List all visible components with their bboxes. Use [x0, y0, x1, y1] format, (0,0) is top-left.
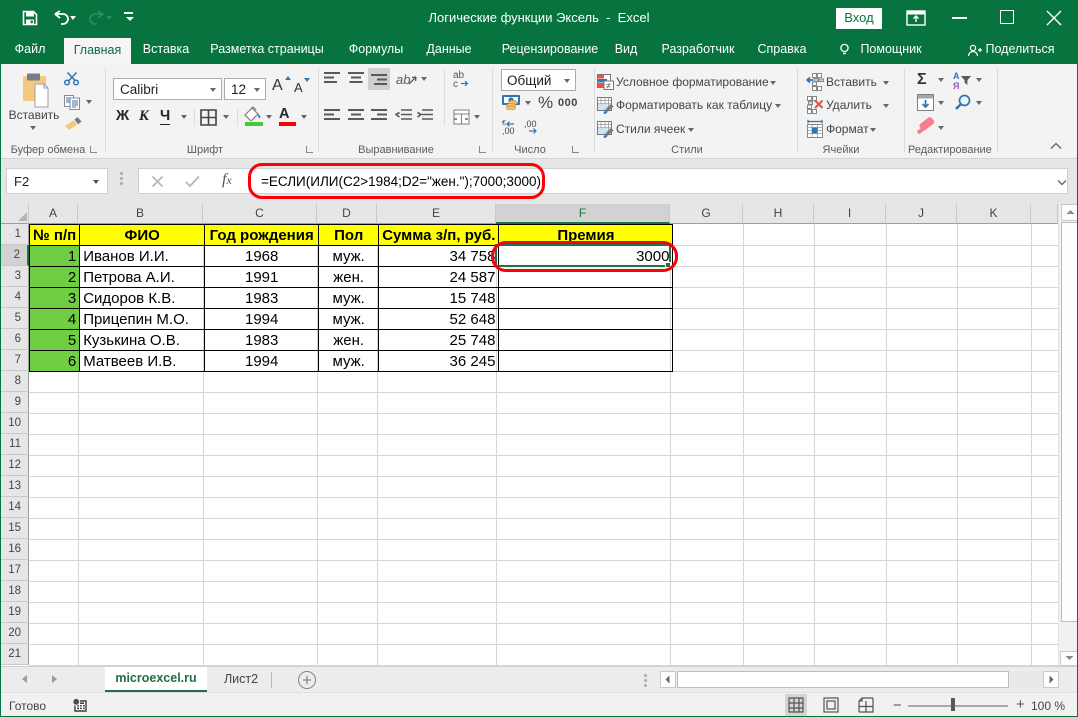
svg-text:≠: ≠	[606, 81, 611, 91]
svg-text:А: А	[953, 71, 960, 81]
svg-text:Я: Я	[953, 81, 959, 90]
svg-text:,00: ,00	[502, 126, 515, 135]
svg-text:€: €	[502, 120, 506, 127]
svg-text:c: c	[453, 79, 458, 88]
svg-text:,00: ,00	[524, 120, 537, 129]
svg-text:ab: ab	[396, 72, 410, 87]
